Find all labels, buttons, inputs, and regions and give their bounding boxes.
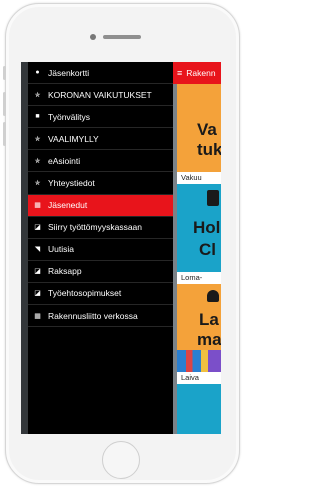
menu-item-label: Siirry työttömyyskassaan [48,222,142,233]
card-headline: La [199,310,219,329]
menu-item-label: Rakennusliitto verkossa [48,310,138,321]
benefit-card[interactable]: Hol Cl Loma- [177,184,221,285]
earpiece-speaker [103,35,141,39]
menu-item[interactable]: ✯ eAsiointi [28,150,173,173]
menu-item[interactable]: ◪ Siirry työttömyyskassaan [28,217,173,239]
menu-item[interactable]: ▦ Rakennusliitto verkossa [28,305,173,328]
suitcase-icon [207,190,219,206]
external-link-icon: ◪ [34,224,41,232]
front-camera [90,34,96,40]
hamburger-menu-icon[interactable]: ≡ [177,68,182,78]
app-screen: ● Jäsenkortti ✯ KORONAN VAIKUTUKSET ■ Työnväl… [21,62,221,434]
star-icon: ✯ [34,91,41,99]
menu-item-label: Jäsenedut [48,200,88,211]
card-image: Hol Cl [177,184,221,272]
card-headline: Va [197,120,217,139]
side-menu: ● Jäsenkortti ✯ KORONAN VAIKUTUKSET ■ Työnväl… [21,62,173,434]
card-headline: Hol [193,218,221,237]
card-image [177,384,221,434]
menu-item[interactable]: ■ Työnvälitys [28,106,173,129]
star-icon: ✯ [34,180,41,188]
menu-item-label: Raksapp [48,266,82,277]
menu-item-label: KORONAN VAIKUTUKSET [48,89,152,100]
card-headline-line2: Cl [199,240,216,259]
card-image: Va tuk [177,84,221,172]
volume-up-button [3,92,6,116]
menu-item[interactable]: ▦ Jäsenedut [28,194,173,217]
external-link-icon: ◪ [34,268,41,276]
main-panel[interactable]: ≡ Rakenn Va tuk Vakuu Hol Cl Loma- La ma [173,62,221,434]
menu-item[interactable]: ◪ Työehtosopimukset [28,283,173,306]
panel-header-title: Rakenn [186,68,216,78]
menu-item-label: Työehtosopimukset [48,288,122,299]
menu-item-label: Työnvälitys [48,111,91,122]
menu-item[interactable]: ✯ KORONAN VAIKUTUKSET [28,84,173,107]
grid-icon: ▦ [34,312,41,320]
menu-item-label: Jäsenkortti [48,67,90,78]
menu-item-label: Yhteystiedot [48,178,95,189]
menu-item[interactable]: ◥ Uutisia [28,239,173,261]
volume-down-button [3,122,6,146]
ship-icon [207,290,219,302]
benefit-card[interactable]: La ma Laiva [177,284,221,385]
mute-switch [3,66,6,80]
menu-item[interactable]: ◪ Raksapp [28,261,173,283]
menu-item-label: eAsiointi [48,155,81,166]
lock-icon: ■ [35,113,40,121]
benefit-card[interactable] [177,384,221,434]
card-image: La ma [177,284,221,372]
panel-header[interactable]: ≡ Rakenn [173,62,221,84]
rss-icon: ◥ [34,246,41,254]
menu-item[interactable]: ✯ Yhteystiedot [28,172,173,195]
grid-icon: ▦ [34,202,41,210]
external-link-icon: ◪ [34,290,41,298]
star-icon: ✯ [34,157,41,165]
home-button[interactable] [102,441,140,479]
benefit-card[interactable]: Va tuk Vakuu [177,84,221,185]
menu-item-label: VAALIMYLLY [48,133,99,144]
person-icon: ● [35,69,40,77]
card-headline-line2: ma [197,330,221,349]
star-icon: ✯ [34,135,41,143]
city-illustration [177,350,221,372]
card-headline-line2: tuk [197,140,221,159]
menu-item[interactable]: ✯ VAALIMYLLY [28,128,173,151]
menu-item-label: Uutisia [48,244,74,255]
menu-item[interactable]: ● Jäsenkortti [28,62,173,85]
